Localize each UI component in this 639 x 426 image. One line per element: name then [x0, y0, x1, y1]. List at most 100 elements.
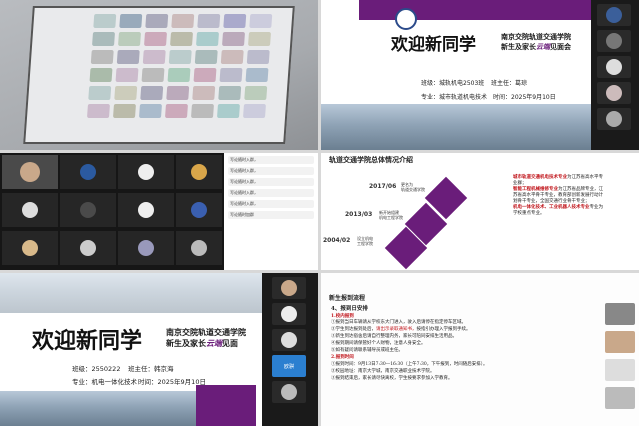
school-logo — [395, 8, 417, 30]
video-grid-panel: 写论随时入群， 写论随时入群， 写论随时入群， 写论随时入群， 写论随时入群， … — [0, 153, 318, 270]
video-tile — [112, 104, 136, 118]
doc-line: ⑤如有疑问请联系辅导员或班主任。 — [331, 348, 403, 354]
video-tile — [246, 50, 270, 64]
major-highlight: 机电一体化技术、工业机器人技术专业 — [513, 205, 590, 211]
video-tile — [115, 68, 139, 82]
cloud-word: 云端 — [206, 339, 222, 348]
video-tile — [164, 104, 188, 118]
participant-tile — [272, 303, 306, 325]
school-name: 南京交院轨道交通学院 新生及家长云端见面 — [166, 327, 246, 349]
video-tile — [223, 14, 247, 28]
timeline-title: 轨道交通学院总体情况介绍 — [329, 156, 413, 164]
major-label: 专业：机电一体化技术 — [72, 378, 137, 386]
video-tile — [192, 86, 216, 100]
teacher-label: 班主任：韩京海 — [128, 365, 174, 373]
welcome-slide-panel-2: 欢迎新同学 南京交院轨道交通学院 新生及家长云端见面 班级：2550222 班主… — [0, 273, 318, 426]
chat-message: 写论随时入群， — [228, 156, 314, 164]
video-tile[interactable] — [2, 193, 58, 227]
monitor-screen — [23, 6, 295, 144]
video-tile — [218, 86, 242, 100]
video-tile — [244, 86, 268, 100]
class-label: 班级：2550222 — [72, 365, 121, 373]
video-tile — [219, 68, 243, 82]
participant-tile — [597, 56, 631, 78]
doc-heading: 新生报到流程 — [329, 295, 366, 302]
year-label: 2004/02 — [323, 237, 351, 244]
video-tile-teacher[interactable] — [2, 155, 58, 189]
video-tile — [93, 14, 117, 28]
participant-tile — [272, 381, 306, 403]
school-line1: 南京交院轨道交通学院 — [501, 33, 571, 41]
school-name: 南京交院轨道交通学院 新生及家长云端见面会 — [501, 32, 571, 52]
video-tile — [190, 104, 214, 118]
video-tile — [242, 104, 266, 118]
doc-section: 4、报到日安排 — [331, 306, 368, 312]
doc-emphasis: 请出示录取通知书， — [376, 327, 417, 333]
video-tile[interactable] — [176, 193, 222, 227]
video-tile — [88, 86, 112, 100]
chat-sidebar[interactable]: 写论随时入群， 写论随时入群， 写论随时入群， 写论随时入群， 写论随时入群， … — [224, 153, 318, 270]
doc-text: 按指引办理入学报到手续。 — [416, 327, 471, 333]
major-highlight: 智能工程机械维修专业 — [513, 187, 558, 193]
video-tile — [138, 104, 162, 118]
participant-tile — [597, 108, 631, 130]
video-tile — [166, 86, 190, 100]
video-tile — [168, 50, 192, 64]
doc-body: 4、报到日安排 1.校内报到 ①报到当日车辆请从学校东大门进入，驶入后请停在指定… — [331, 305, 561, 383]
video-tile[interactable] — [2, 231, 58, 265]
video-tile — [222, 32, 246, 46]
campus-photo — [0, 391, 196, 426]
class-label: 班级：城轨机电2503班 — [421, 80, 485, 87]
school-line2-post: 见面 — [222, 339, 238, 348]
participant-tile — [272, 277, 306, 299]
video-tile — [141, 68, 165, 82]
video-tile — [167, 68, 191, 82]
procedure-doc-panel: 新生报到流程 4、报到日安排 1.校内报到 ①报到当日车辆请从学校东大门进入，驶… — [321, 273, 639, 426]
video-tile — [216, 104, 240, 118]
video-tile[interactable] — [60, 193, 116, 227]
video-tile — [114, 86, 138, 100]
video-tile[interactable] — [60, 231, 116, 265]
video-tile — [118, 32, 142, 46]
chat-message: 写论随时入群， — [228, 189, 314, 197]
video-tile — [170, 32, 194, 46]
video-tile — [245, 68, 269, 82]
video-tile[interactable] — [118, 155, 174, 189]
welcome-slide-panel: 欢迎新同学 南京交院轨道交通学院 新生及家长云端见面会 班级：城轨机电2503班… — [321, 0, 639, 150]
timeline-box: 新开始组建 机电工程学院 — [379, 210, 403, 220]
video-tile — [144, 32, 168, 46]
time-label: 时间：2025年9月10日 — [493, 94, 556, 101]
video-tile[interactable] — [176, 155, 222, 189]
video-tile — [194, 50, 218, 64]
chat-message: 写论随时入群， — [228, 178, 314, 186]
video-tile — [193, 68, 217, 82]
participant-tile: 欧骐 — [272, 355, 306, 377]
year-label: 2017/06 — [369, 183, 397, 190]
school-line2-pre: 新生及家长 — [501, 43, 536, 51]
timeline-box: 更名为 轨道交通学院 — [401, 182, 425, 192]
video-tile — [145, 14, 169, 28]
video-tile — [196, 32, 220, 46]
participant-tile — [597, 82, 631, 104]
participant-tile — [605, 303, 635, 325]
video-tile[interactable] — [118, 231, 174, 265]
video-tile — [119, 14, 143, 28]
video-tile — [248, 32, 272, 46]
participant-tile — [597, 30, 631, 52]
accent-bar — [196, 385, 256, 426]
video-tile — [90, 50, 114, 64]
school-line2: 新生及家长云端见面会 — [501, 42, 571, 52]
video-tile[interactable] — [60, 155, 116, 189]
video-tile — [116, 50, 140, 64]
monitor-photo-panel — [0, 0, 318, 150]
participant-tile — [597, 4, 631, 26]
video-tile[interactable] — [176, 231, 222, 265]
chat-message: 写论随时加群 — [228, 211, 314, 219]
video-tile[interactable] — [118, 193, 174, 227]
video-tile — [220, 50, 244, 64]
timeline-description: 城市轨道交通机电技术专业为江苏省高水平专业群； 智能工程机械维修专业为江苏省品牌… — [513, 175, 603, 217]
cloud-word: 云端 — [536, 43, 550, 51]
doc-text: ②学生到达报到处后， — [331, 327, 376, 333]
video-tile — [197, 14, 221, 28]
timeline-box: 设立机电 工程学院 — [357, 236, 373, 246]
